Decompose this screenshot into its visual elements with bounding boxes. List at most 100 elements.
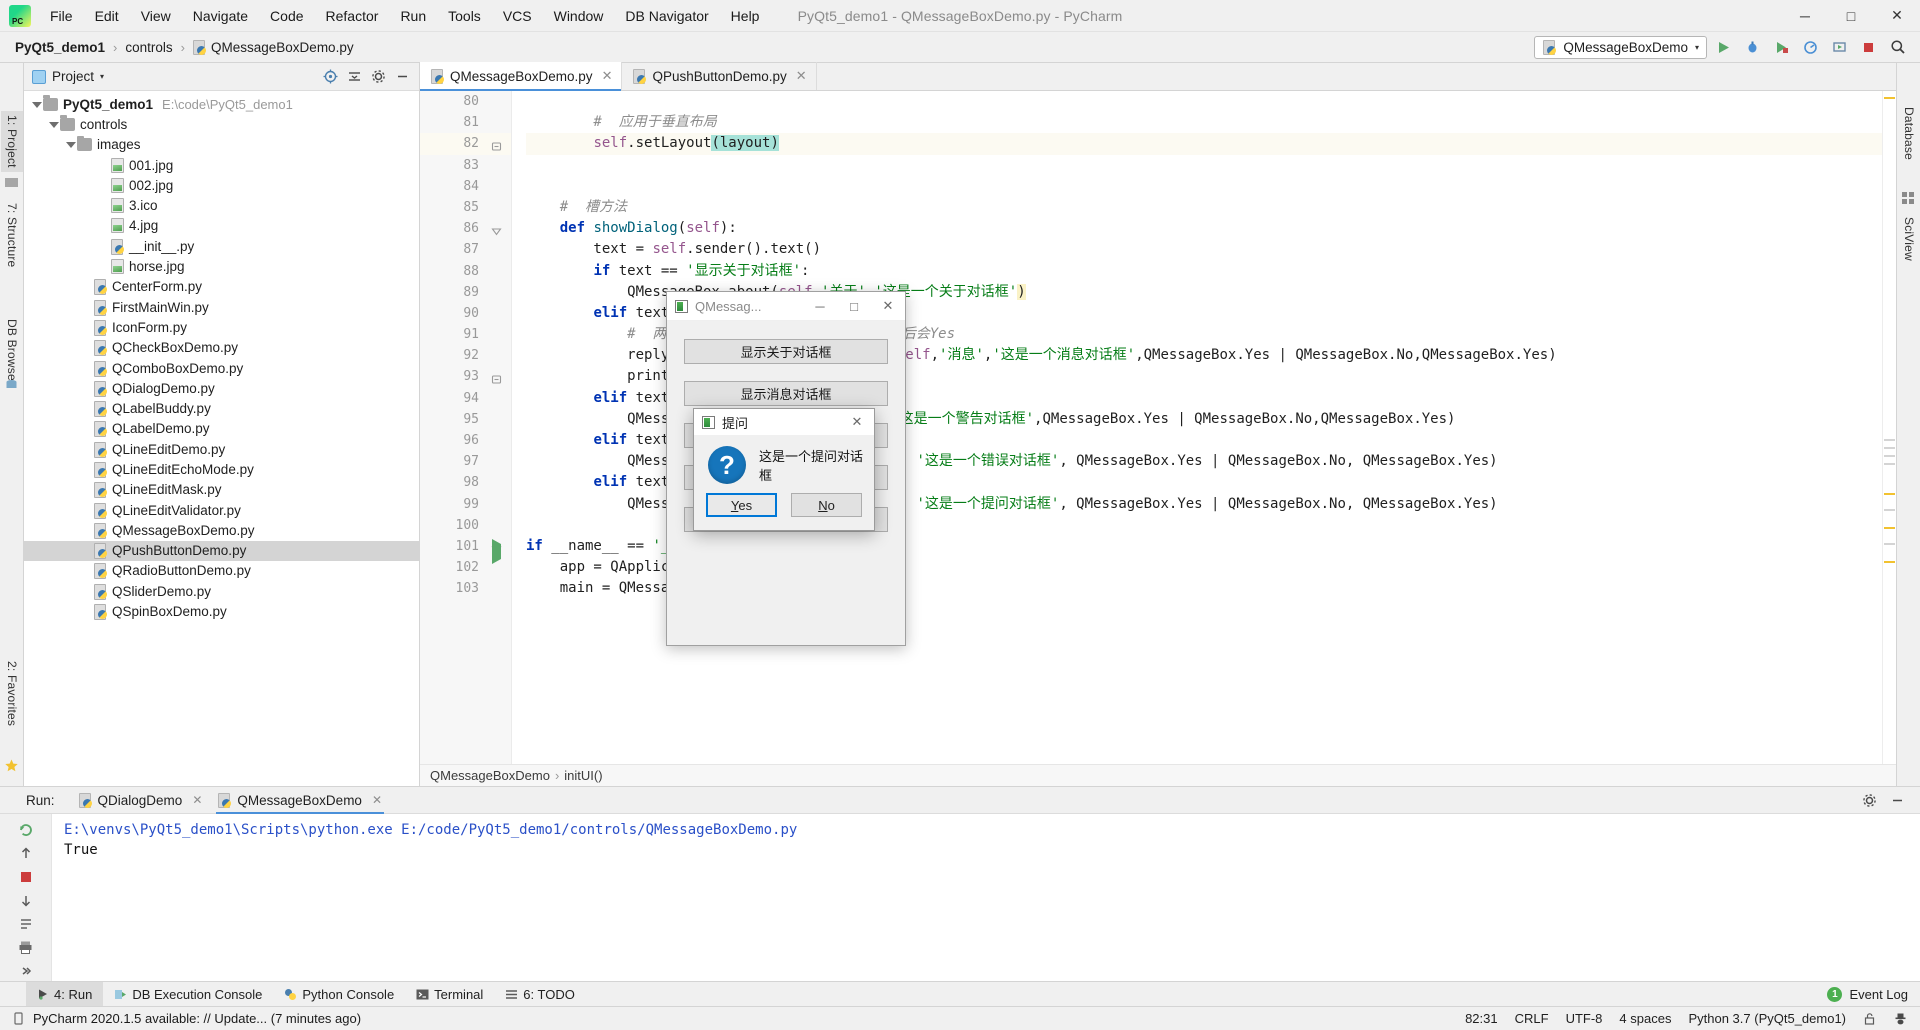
scroll-down-button[interactable] bbox=[14, 891, 38, 911]
event-log-area[interactable]: 1 Event Log bbox=[1827, 986, 1920, 1002]
tool-window-run[interactable]: 4: Run bbox=[26, 982, 104, 1006]
yes-button[interactable]: Yes bbox=[706, 493, 778, 517]
project-tree[interactable]: PyQt5_demo1 E:\code\PyQt5_demo1 controls im… bbox=[24, 91, 419, 786]
close-icon[interactable]: ✕ bbox=[372, 793, 382, 807]
tool-window-db-execution-console[interactable]: DB Execution Console bbox=[103, 982, 273, 1006]
tree-item[interactable]: 3.ico bbox=[24, 195, 419, 215]
code-editor[interactable]: 80 81 82 83 84 85 86 87 88 89 90 91 92 93 94 95 96 97 98 99… bbox=[420, 91, 1896, 764]
caret-position[interactable]: 82:31 bbox=[1465, 1011, 1498, 1026]
status-message-area[interactable]: PyCharm 2020.1.5 available: // Update...… bbox=[12, 1011, 361, 1026]
chevron-down-icon[interactable] bbox=[64, 138, 77, 151]
menu-tools[interactable]: Tools bbox=[437, 0, 492, 31]
unlocked-icon[interactable] bbox=[1863, 1012, 1877, 1026]
collapse-all-button[interactable] bbox=[343, 66, 365, 88]
tree-item[interactable]: images bbox=[24, 135, 419, 155]
menu-navigate[interactable]: Navigate bbox=[182, 0, 259, 31]
qt-maximize-button[interactable]: □ bbox=[837, 292, 871, 320]
attach-button[interactable] bbox=[1827, 35, 1852, 59]
tree-item[interactable]: QSpinBoxDemo.py bbox=[24, 601, 419, 621]
run-tab-qmessageboxdemo[interactable]: QMessageBoxDemo ✕ bbox=[210, 787, 390, 814]
sidebar-item-structure[interactable]: 7: Structure bbox=[1, 199, 23, 271]
tree-item[interactable]: QComboBoxDemo.py bbox=[24, 358, 419, 378]
print-button[interactable] bbox=[14, 938, 38, 958]
line-separator[interactable]: CRLF bbox=[1515, 1011, 1549, 1026]
more-options-button[interactable] bbox=[14, 961, 38, 981]
menu-file[interactable]: File bbox=[39, 0, 84, 31]
qt-question-close-button[interactable]: ✕ bbox=[840, 409, 874, 435]
tool-window-terminal[interactable]: Terminal bbox=[405, 982, 494, 1006]
window-minimize-button[interactable]: ─ bbox=[1782, 0, 1828, 31]
run-configuration-selector[interactable]: QMessageBoxDemo ▾ bbox=[1534, 35, 1707, 59]
editor-breadcrumb-class[interactable]: QMessageBoxDemo bbox=[430, 768, 550, 783]
menu-db-navigator[interactable]: DB Navigator bbox=[614, 0, 719, 31]
debug-button[interactable] bbox=[1740, 35, 1765, 59]
run-button[interactable] bbox=[1711, 35, 1736, 59]
sidebar-item-database[interactable]: Database bbox=[1898, 103, 1920, 164]
tree-item[interactable]: QMessageBoxDemo.py bbox=[24, 520, 419, 540]
close-icon[interactable]: ✕ bbox=[796, 68, 807, 84]
scroll-up-button[interactable] bbox=[14, 844, 38, 864]
python-interpreter[interactable]: Python 3.7 (PyQt5_demo1) bbox=[1688, 1011, 1846, 1026]
tree-item[interactable]: QLineEditValidator.py bbox=[24, 500, 419, 520]
editor-marker-bar[interactable] bbox=[1882, 91, 1896, 764]
tree-item[interactable]: QLabelBuddy.py bbox=[24, 398, 419, 418]
file-encoding[interactable]: UTF-8 bbox=[1566, 1011, 1603, 1026]
coverage-button[interactable] bbox=[1769, 35, 1794, 59]
stop-button[interactable] bbox=[1856, 35, 1881, 59]
tree-item[interactable]: 4.jpg bbox=[24, 216, 419, 236]
rerun-button[interactable] bbox=[14, 820, 38, 840]
stop-process-button[interactable] bbox=[14, 867, 38, 887]
tree-item[interactable]: FirstMainWin.py bbox=[24, 297, 419, 317]
sidebar-item-sciview[interactable]: SciView bbox=[1898, 213, 1920, 265]
tree-item[interactable]: QDialogDemo.py bbox=[24, 378, 419, 398]
menu-edit[interactable]: Edit bbox=[84, 0, 130, 31]
locate-file-button[interactable] bbox=[319, 66, 341, 88]
tree-item[interactable]: CenterForm.py bbox=[24, 277, 419, 297]
breadcrumb-item-file[interactable]: QMessageBoxDemo.py bbox=[190, 39, 357, 56]
qt-question-dialog[interactable]: 提问 ✕ ? 这是一个提问对话框 Yes No bbox=[693, 408, 875, 531]
menu-help[interactable]: Help bbox=[720, 0, 771, 31]
menu-refactor[interactable]: Refactor bbox=[315, 0, 390, 31]
hide-panel-button[interactable] bbox=[391, 66, 413, 88]
qt-minimize-button[interactable]: ─ bbox=[803, 292, 837, 320]
chevron-down-icon[interactable] bbox=[30, 98, 43, 111]
tree-item[interactable]: 002.jpg bbox=[24, 175, 419, 195]
soft-wrap-button[interactable] bbox=[14, 914, 38, 934]
editor-tab-qmessageboxdemo[interactable]: QMessageBoxDemo.py ✕ bbox=[420, 62, 623, 91]
indent-setting[interactable]: 4 spaces bbox=[1619, 1011, 1671, 1026]
run-tab-qdialogdemo[interactable]: QDialogDemo ✕ bbox=[71, 787, 211, 814]
no-button[interactable]: No bbox=[791, 493, 862, 517]
tool-window-python-console[interactable]: Python Console bbox=[273, 982, 405, 1006]
sidebar-item-project[interactable]: 1: Project bbox=[1, 111, 23, 172]
tree-item[interactable]: PyQt5_demo1 E:\code\PyQt5_demo1 bbox=[24, 94, 419, 114]
fold-expand-icon[interactable] bbox=[491, 223, 502, 236]
tree-item[interactable]: QSliderDemo.py bbox=[24, 581, 419, 601]
menu-window[interactable]: Window bbox=[543, 0, 615, 31]
editor-gutter[interactable]: 80 81 82 83 84 85 86 87 88 89 90 91 92 93 94 95 96 97 98 99… bbox=[420, 91, 512, 764]
chevron-down-icon[interactable]: ▾ bbox=[100, 72, 104, 81]
menu-vcs[interactable]: VCS bbox=[492, 0, 543, 31]
tree-item[interactable]: QLabelDemo.py bbox=[24, 419, 419, 439]
menu-run[interactable]: Run bbox=[389, 0, 437, 31]
close-icon[interactable]: ✕ bbox=[192, 793, 202, 807]
tree-item[interactable]: QLineEditEchoMode.py bbox=[24, 459, 419, 479]
editor-tab-qpushbuttondemo[interactable]: QPushButtonDemo.py ✕ bbox=[622, 62, 817, 90]
menu-view[interactable]: View bbox=[130, 0, 182, 31]
editor-breadcrumb-method[interactable]: initUI() bbox=[564, 768, 602, 783]
qt-close-button[interactable]: ✕ bbox=[871, 292, 905, 320]
tree-item[interactable]: QLineEditDemo.py bbox=[24, 439, 419, 459]
tree-item[interactable]: __init__.py bbox=[24, 236, 419, 256]
tree-item[interactable]: QRadioButtonDemo.py bbox=[24, 561, 419, 581]
breadcrumb-item-controls[interactable]: controls bbox=[122, 39, 175, 56]
tree-item[interactable]: controls bbox=[24, 114, 419, 134]
fold-end-icon[interactable] bbox=[491, 138, 502, 151]
hector-icon[interactable] bbox=[1894, 1012, 1908, 1026]
tree-item[interactable]: IconForm.py bbox=[24, 317, 419, 337]
sidebar-item-favorites[interactable]: 2: Favorites bbox=[1, 657, 23, 730]
window-close-button[interactable]: ✕ bbox=[1874, 0, 1920, 31]
tree-item[interactable]: 001.jpg bbox=[24, 155, 419, 175]
window-maximize-button[interactable]: □ bbox=[1828, 0, 1874, 31]
settings-gear-icon[interactable] bbox=[367, 66, 389, 88]
profile-button[interactable] bbox=[1798, 35, 1823, 59]
run-settings-gear-icon[interactable] bbox=[1858, 789, 1880, 811]
